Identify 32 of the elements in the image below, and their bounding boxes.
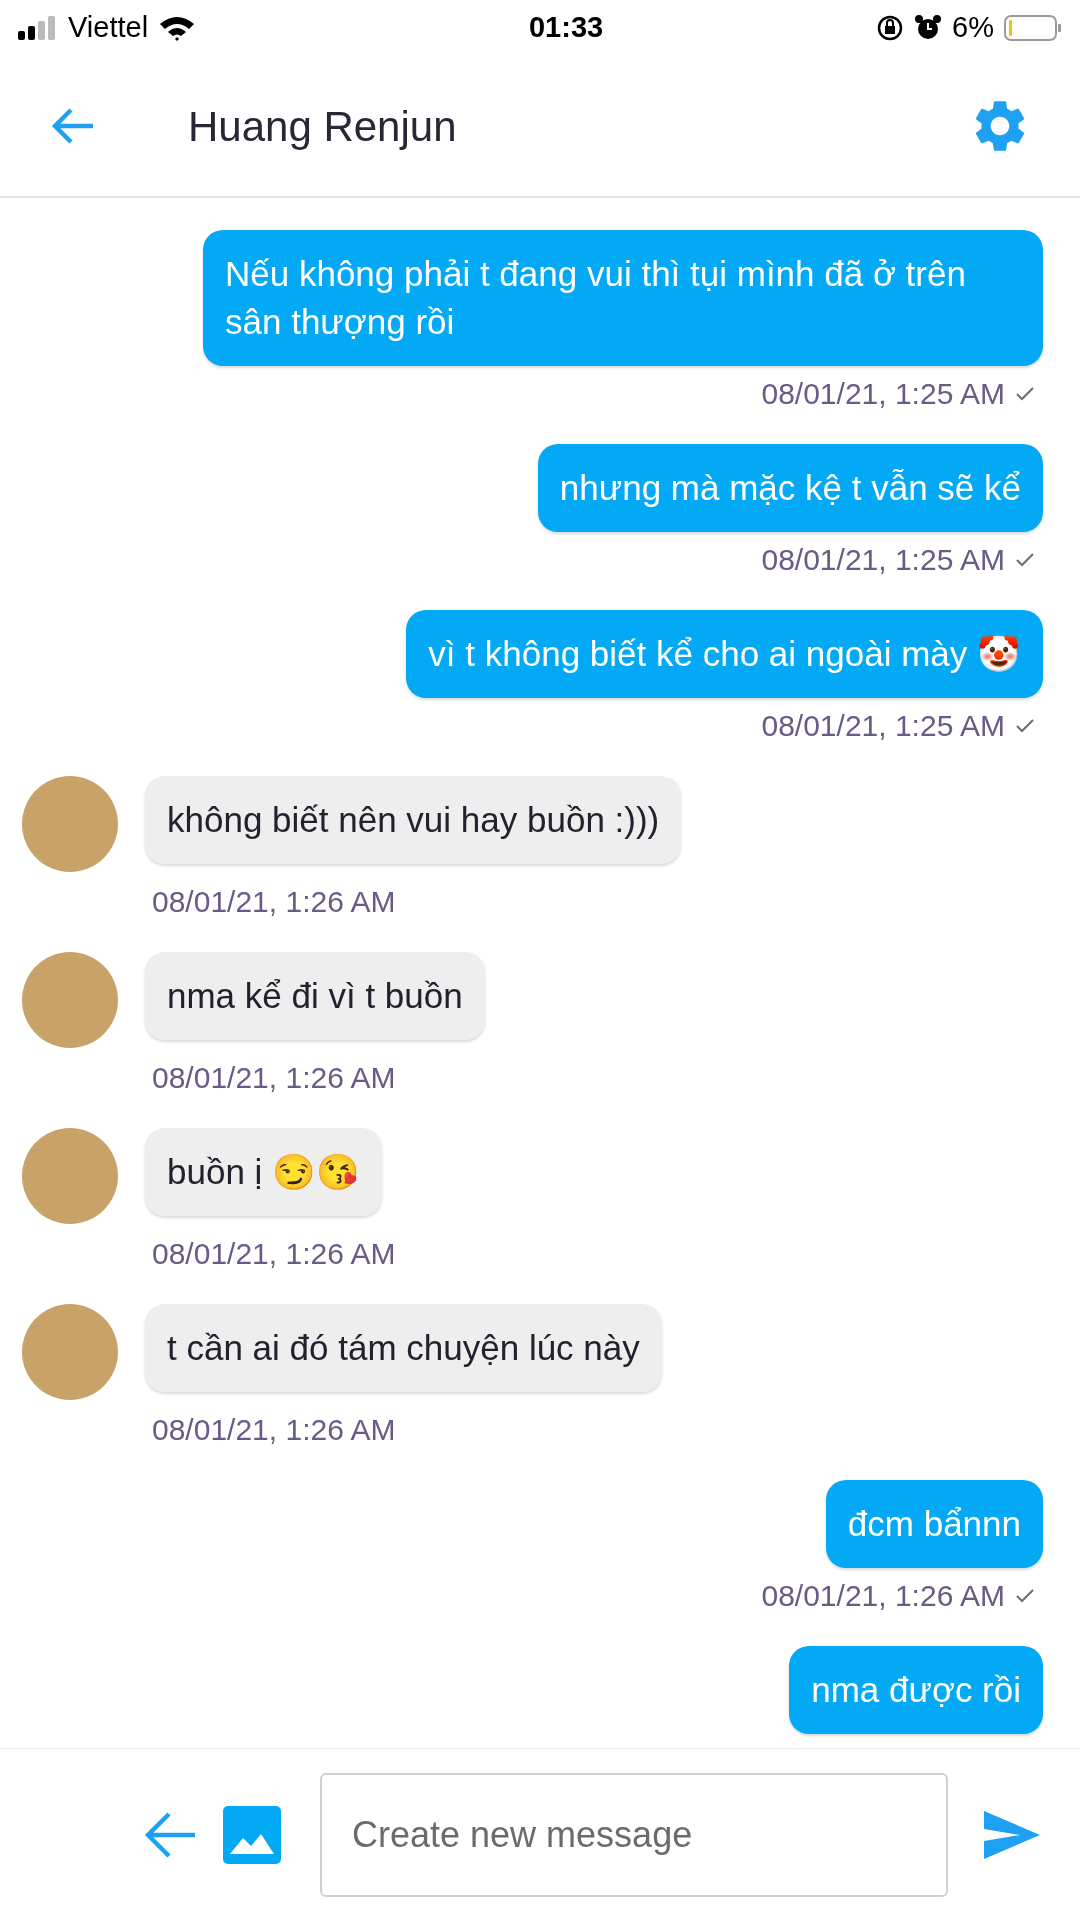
image-button[interactable]: [222, 1804, 282, 1865]
message-bubble: không biết nên vui hay buồn :))): [145, 776, 682, 864]
message-timestamp: 08/01/21, 1:26 AM: [761, 1580, 1005, 1612]
alarm-icon: [914, 14, 943, 42]
wifi-icon: [158, 14, 197, 42]
rotation-lock-icon: [876, 14, 905, 42]
message-timestamp: 08/01/21, 1:26 AM: [152, 1062, 396, 1094]
message-bubble: vì t không biết kể cho ai ngoài mày 🤡: [406, 610, 1043, 698]
back-arrow-icon: [51, 106, 95, 146]
message-bubble: Nếu không phải t đang vui thì tụi mình đã ở trên sân thượng rồi: [203, 230, 1043, 366]
image-icon: [223, 1805, 281, 1864]
chat-title: Huang Renjun: [188, 101, 458, 152]
clock-time: 01:33: [529, 10, 604, 46]
message-timestamp: 08/01/21, 1:26 AM: [152, 1414, 396, 1446]
message-bubble: t cần ai đó tám chuyện lúc này: [145, 1304, 662, 1392]
message-timestamp: 08/01/21, 1:26 AM: [152, 1238, 396, 1270]
message-bubble: buồn ị 😏😘: [145, 1128, 383, 1216]
message-bubble: nma kể đi vì t buồn: [145, 952, 485, 1040]
message-timestamp: 08/01/21, 1:25 AM: [761, 710, 1005, 742]
message-input[interactable]: Create new message: [320, 1772, 948, 1897]
send-icon: [984, 1810, 1040, 1859]
message-bubble: đcm bẩnnn: [825, 1480, 1043, 1568]
message-bubble: nhưng mà mặc kệ t vẫn sẽ kể: [537, 444, 1043, 532]
message-timestamp: 08/01/21, 1:26 AM: [152, 886, 396, 918]
battery-icon: [1004, 14, 1062, 42]
message-timestamp: 08/01/21, 1:25 AM: [761, 378, 1005, 410]
battery-percent: 6%: [952, 10, 994, 46]
message-timestamp: 08/01/21, 1:25 AM: [761, 544, 1005, 576]
carrier-name: Viettel: [68, 10, 149, 46]
signal-icon: [18, 16, 58, 40]
message-bubble: nma được rồi: [789, 1646, 1043, 1734]
back-arrow-icon: [143, 1809, 197, 1860]
